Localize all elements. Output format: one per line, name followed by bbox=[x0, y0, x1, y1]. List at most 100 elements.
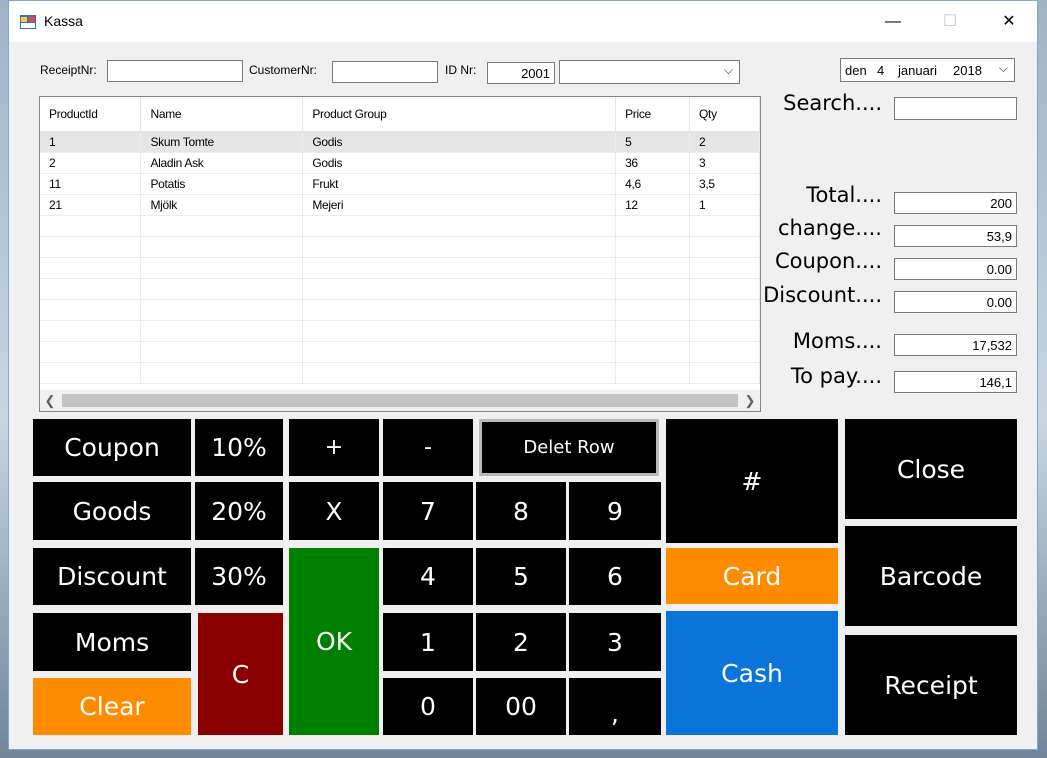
table-row[interactable]: 1 Skum Tomte Godis 5 2 bbox=[40, 131, 760, 153]
maximize-button[interactable]: ☐ bbox=[927, 1, 973, 42]
empty-cell bbox=[302, 362, 617, 384]
scrollbar-thumb[interactable] bbox=[62, 394, 738, 407]
key-5-button[interactable]: 5 bbox=[476, 548, 566, 605]
key-2-button[interactable]: 2 bbox=[476, 613, 566, 671]
empty-cell bbox=[140, 362, 304, 384]
customer-nr-input[interactable] bbox=[332, 61, 438, 83]
clear-button[interactable]: Clear bbox=[33, 678, 191, 735]
column-header[interactable]: ProductId bbox=[40, 97, 142, 132]
table-cell[interactable]: 2 bbox=[40, 152, 142, 174]
table-cell[interactable]: 3 bbox=[689, 152, 760, 174]
key-8-button[interactable]: 8 bbox=[476, 482, 566, 540]
table-cell[interactable]: Skum Tomte bbox=[140, 131, 304, 153]
hash-button[interactable]: # bbox=[666, 419, 838, 543]
column-header[interactable]: Qty bbox=[689, 97, 760, 132]
card-button[interactable]: Card bbox=[666, 548, 838, 604]
table-cell[interactable]: 3,5 bbox=[689, 173, 760, 195]
table-cell[interactable]: Aladin Ask bbox=[140, 152, 304, 174]
change-field[interactable]: 53,9 bbox=[894, 225, 1017, 247]
minus-button[interactable]: - bbox=[383, 419, 473, 476]
delete-row-button[interactable]: Delet Row bbox=[479, 419, 659, 476]
empty-cell bbox=[302, 299, 617, 321]
key-3-button[interactable]: 3 bbox=[569, 613, 661, 671]
plus-button[interactable]: + bbox=[289, 419, 379, 476]
id-combobox[interactable]: ⌵ bbox=[559, 60, 740, 84]
table-cell[interactable]: 36 bbox=[615, 152, 691, 174]
empty-row bbox=[40, 257, 760, 279]
scroll-right-icon[interactable]: ❯ bbox=[740, 390, 760, 411]
table-cell[interactable]: 11 bbox=[40, 173, 142, 195]
product-grid[interactable]: ProductId Name Product Group Price Qty 1 Skum… bbox=[39, 96, 761, 412]
to-pay-field[interactable]: 146,1 bbox=[894, 371, 1017, 393]
table-cell[interactable]: 12 bbox=[615, 194, 691, 216]
multiply-button[interactable]: X bbox=[289, 482, 379, 540]
goods-button[interactable]: Goods bbox=[33, 482, 191, 540]
coupon-field[interactable]: 0.00 bbox=[894, 258, 1017, 280]
table-cell[interactable]: Godis bbox=[302, 131, 617, 153]
table-row[interactable]: 11 Potatis Frukt 4,6 3,5 bbox=[40, 173, 760, 195]
empty-row bbox=[40, 278, 760, 300]
receipt-button[interactable]: Receipt bbox=[845, 635, 1017, 735]
table-cell[interactable]: Godis bbox=[302, 152, 617, 174]
kassa-window: Kassa — ☐ ✕ ReceiptNr: CustomerNr: ID Nr… bbox=[8, 0, 1038, 750]
empty-cell bbox=[140, 236, 304, 258]
ok-button[interactable]: OK bbox=[289, 548, 379, 735]
scroll-left-icon[interactable]: ❮ bbox=[40, 390, 60, 411]
empty-cell bbox=[302, 257, 617, 279]
table-cell[interactable]: Mejeri bbox=[302, 194, 617, 216]
empty-cell bbox=[689, 362, 760, 384]
receipt-nr-input[interactable] bbox=[107, 60, 243, 82]
empty-cell bbox=[615, 257, 691, 279]
barcode-button[interactable]: Barcode bbox=[845, 526, 1017, 626]
empty-row bbox=[40, 341, 760, 363]
key-4-button[interactable]: 4 bbox=[383, 548, 473, 605]
empty-cell bbox=[40, 257, 142, 279]
search-input[interactable] bbox=[894, 97, 1017, 120]
column-header[interactable]: Product Group bbox=[302, 97, 617, 132]
empty-cell bbox=[689, 299, 760, 321]
column-header[interactable]: Price bbox=[615, 97, 691, 132]
empty-cell bbox=[40, 362, 142, 384]
horizontal-scrollbar[interactable]: ❮ ❯ bbox=[40, 390, 760, 411]
chevron-down-icon: ⌵ bbox=[998, 61, 1008, 75]
moms-field[interactable]: 17,532 bbox=[894, 334, 1017, 356]
table-row[interactable]: 21 Mjölk Mejeri 12 1 bbox=[40, 194, 760, 216]
key-0-button[interactable]: 0 bbox=[383, 678, 473, 735]
key-9-button[interactable]: 9 bbox=[569, 482, 661, 540]
date-picker[interactable]: den 4 januari 2018 ⌵ bbox=[840, 58, 1015, 82]
empty-cell bbox=[615, 215, 691, 237]
column-header[interactable]: Name bbox=[140, 97, 304, 132]
cash-button[interactable]: Cash bbox=[666, 611, 838, 735]
empty-row bbox=[40, 320, 760, 342]
table-cell[interactable]: 21 bbox=[40, 194, 142, 216]
table-cell[interactable]: Potatis bbox=[140, 173, 304, 195]
key-00-button[interactable]: 00 bbox=[476, 678, 566, 735]
comma-button[interactable]: , bbox=[569, 678, 661, 735]
close-button[interactable]: Close bbox=[845, 419, 1017, 519]
table-cell[interactable]: 1 bbox=[40, 131, 142, 153]
coupon-button[interactable]: Coupon bbox=[33, 419, 191, 476]
discount-button[interactable]: Discount bbox=[33, 548, 191, 605]
close-window-button[interactable]: ✕ bbox=[986, 1, 1032, 42]
key-6-button[interactable]: 6 bbox=[569, 548, 661, 605]
table-cell[interactable]: Frukt bbox=[302, 173, 617, 195]
table-cell[interactable]: 2 bbox=[689, 131, 760, 153]
table-cell[interactable]: 4,6 bbox=[615, 173, 691, 195]
c-button[interactable]: C bbox=[198, 613, 283, 735]
discount-30-button[interactable]: 30% bbox=[195, 548, 283, 605]
table-row[interactable]: 2 Aladin Ask Godis 36 3 bbox=[40, 152, 760, 174]
table-cell[interactable]: 5 bbox=[615, 131, 691, 153]
key-7-button[interactable]: 7 bbox=[383, 482, 473, 540]
empty-cell bbox=[689, 236, 760, 258]
minimize-button[interactable]: — bbox=[870, 1, 916, 42]
key-1-button[interactable]: 1 bbox=[383, 613, 473, 671]
moms-button[interactable]: Moms bbox=[33, 613, 191, 671]
discount-20-button[interactable]: 20% bbox=[195, 482, 283, 540]
id-nr-input[interactable]: 2001 bbox=[487, 62, 555, 84]
table-cell[interactable]: Mjölk bbox=[140, 194, 304, 216]
total-label: Total.... bbox=[806, 183, 882, 207]
table-cell[interactable]: 1 bbox=[689, 194, 760, 216]
discount-10-button[interactable]: 10% bbox=[195, 419, 283, 476]
discount-field[interactable]: 0.00 bbox=[894, 291, 1017, 313]
total-field[interactable]: 200 bbox=[894, 192, 1017, 214]
